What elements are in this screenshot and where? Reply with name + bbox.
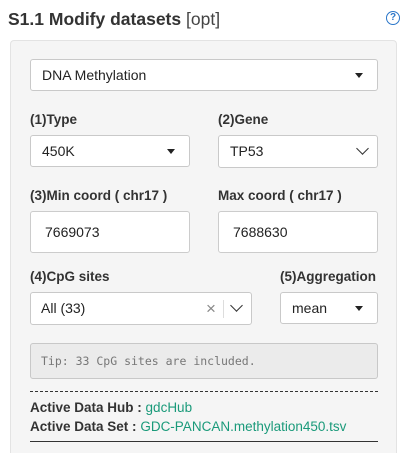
- aggregation-select-value: mean: [292, 300, 328, 316]
- gene-select[interactable]: TP53: [218, 135, 378, 168]
- type-select-value: 450K: [42, 143, 75, 159]
- aggregation-label: (5)Aggregation: [280, 269, 376, 284]
- dataset-select[interactable]: DNA Methylation: [30, 59, 378, 91]
- active-data-hub-label: Active Data Hub :: [30, 400, 142, 415]
- min-coord-value: 7669073: [45, 224, 100, 240]
- optional-tag: [opt]: [186, 9, 221, 29]
- section-title-text: S1.1 Modify datasets: [8, 9, 182, 29]
- cpg-label: (4)CpG sites: [30, 269, 110, 284]
- chevron-down-icon: [356, 142, 369, 155]
- active-data-hub-link[interactable]: gdcHub: [146, 400, 193, 415]
- max-coord-label: Max coord ( chr17 ): [218, 188, 342, 203]
- bottom-divider: [30, 441, 378, 442]
- type-select[interactable]: 450K: [30, 135, 190, 167]
- min-coord-label: (3)Min coord ( chr17 ): [30, 188, 168, 203]
- section-header: S1.1 Modify datasets [opt] ?: [0, 0, 407, 40]
- chevron-down-icon: [230, 299, 243, 312]
- type-label: (1)Type: [30, 112, 78, 127]
- tip-box: Tip: 33 CpG sites are included.: [30, 343, 378, 379]
- min-coord-input[interactable]: 7669073: [30, 211, 190, 253]
- aggregation-select[interactable]: mean: [280, 292, 378, 324]
- dataset-select-value: DNA Methylation: [42, 67, 147, 83]
- active-data-set: Active Data Set : GDC-PANCAN.methylation…: [30, 419, 346, 434]
- max-coord-value: 7688630: [233, 224, 288, 240]
- settings-panel: DNA Methylation (1)Type 450K (2)Gene TP5…: [10, 40, 397, 453]
- section-title: S1.1 Modify datasets [opt]: [8, 9, 220, 30]
- dashed-divider: [30, 391, 378, 392]
- cpg-select-value: All (33): [41, 300, 86, 316]
- caret-down-icon: [355, 73, 363, 78]
- active-data-hub: Active Data Hub : gdcHub: [30, 400, 192, 415]
- active-data-set-link[interactable]: GDC-PANCAN.methylation450.tsv: [140, 419, 346, 434]
- gene-label: (2)Gene: [218, 112, 269, 127]
- caret-down-icon: [355, 306, 363, 311]
- cpg-select[interactable]: All (33) ×: [30, 292, 252, 325]
- gene-select-value: TP53: [230, 143, 264, 159]
- max-coord-input[interactable]: 7688630: [218, 211, 378, 253]
- active-data-set-label: Active Data Set :: [30, 419, 137, 434]
- question-circle-icon[interactable]: ?: [386, 11, 400, 25]
- select-divider: [223, 300, 224, 318]
- clear-icon[interactable]: ×: [206, 300, 216, 317]
- caret-down-icon: [167, 149, 175, 154]
